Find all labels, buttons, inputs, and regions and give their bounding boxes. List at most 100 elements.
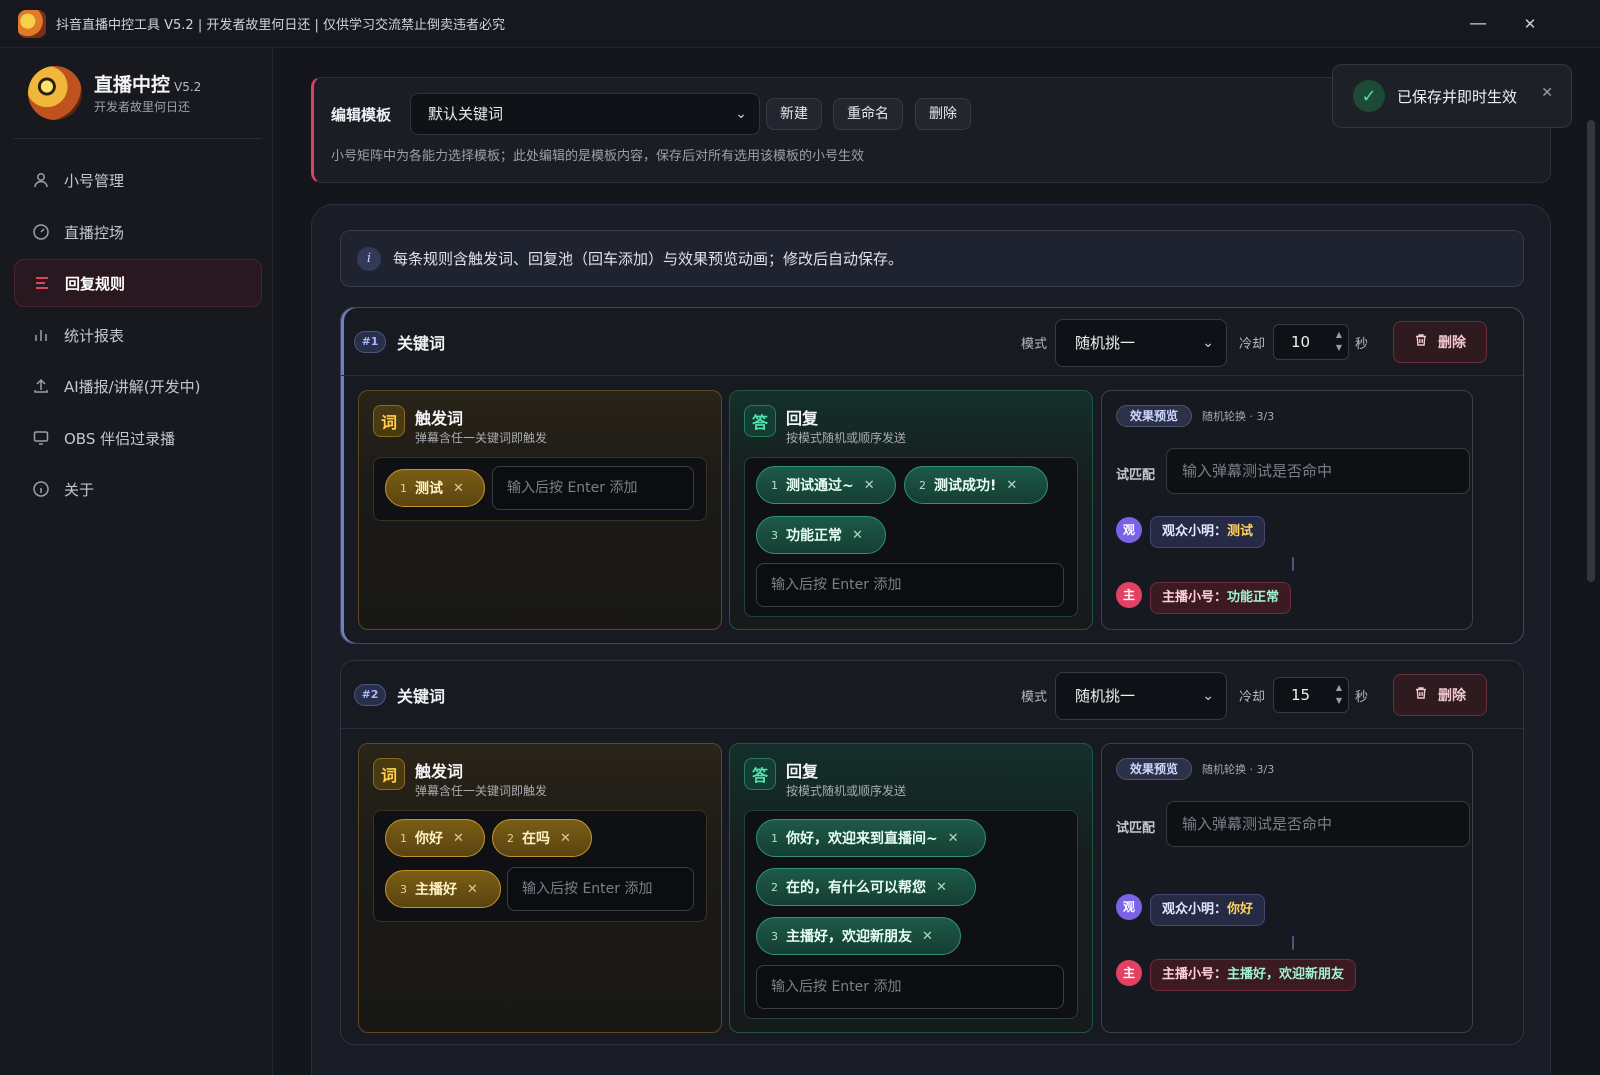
viewer-avatar: 观 — [1116, 517, 1142, 543]
divider — [14, 138, 262, 139]
reply-chip[interactable]: 2 测试成功! ✕ — [904, 466, 1048, 504]
host-avatar: 主 — [1116, 582, 1142, 608]
trigger-chip[interactable]: 1 测试 ✕ — [385, 469, 485, 507]
remove-chip-icon[interactable]: ✕ — [936, 880, 947, 895]
sidebar-item-live-control[interactable]: 直播控场 — [14, 208, 262, 256]
close-window-button[interactable]: ✕ — [1518, 12, 1542, 36]
trigger-chip[interactable]: 3 主播好 ✕ — [385, 870, 501, 908]
sidebar-item-stats[interactable]: 统计报表 — [14, 311, 262, 359]
sidebar-item-accounts[interactable]: 小号管理 — [14, 156, 262, 204]
trigger-input[interactable]: 输入后按 Enter 添加 — [507, 867, 694, 911]
rule-card: #1 关键词 模式 随机挑一 ⌄ 冷却 10 ▲ ▼ 秒 删除 词 触发词 弹幕… — [340, 307, 1524, 644]
brand-name: 直播中控 V5.2 — [94, 74, 202, 96]
mode-selected-value: 随机挑一 — [1075, 687, 1136, 705]
user-icon — [32, 171, 50, 189]
template-hint: 小号矩阵中为各能力选择模板；此处编辑的是模板内容，保存后对所有选用该模板的小号生… — [331, 149, 865, 164]
reply-title: 回复 — [786, 762, 819, 781]
try-match-input[interactable]: 输入弹幕测试是否命中 — [1166, 448, 1470, 494]
toast-close-icon[interactable]: ✕ — [1541, 85, 1553, 101]
rule-type: 关键词 — [397, 687, 446, 706]
viewer-bubble: 观众小明：测试 — [1150, 516, 1266, 548]
cooldown-input[interactable]: 15 ▲ ▼ — [1273, 677, 1349, 713]
info-text: 每条规则含触发词、回复池（回车添加）与效果预览动画；修改后自动保存。 — [393, 250, 904, 268]
reply-chip[interactable]: 2 在的，有什么可以帮您 ✕ — [756, 868, 976, 906]
delete-rule-button[interactable]: 删除 — [1393, 674, 1487, 716]
template-selected-value: 默认关键词 — [428, 105, 504, 123]
trigger-input[interactable]: 输入后按 Enter 添加 — [492, 466, 694, 510]
main-content: 编辑模板 默认关键词 ⌄ 新建 重命名 删除 小号矩阵中为各能力选择模板；此处编… — [273, 48, 1600, 1075]
gauge-icon — [32, 223, 50, 241]
title-bar: 抖音直播中控工具 V5.2 | 开发者故里何日还 | 仅供学习交流禁止倒卖违者必… — [0, 0, 1600, 48]
delete-rule-button[interactable]: 删除 — [1393, 321, 1487, 363]
remove-chip-icon[interactable]: ✕ — [864, 478, 875, 493]
sidebar-item-label: 小号管理 — [64, 171, 125, 190]
toast-message: 已保存并即时生效 — [1397, 87, 1518, 106]
remove-chip-icon[interactable]: ✕ — [467, 882, 478, 897]
replies-section: 答 回复 按模式随机或顺序发送 1 你好，欢迎来到直播间~ ✕ 2 在的，有什么可以帮… — [729, 743, 1093, 1033]
info-icon — [32, 480, 50, 498]
reply-input[interactable]: 输入后按 Enter 添加 — [756, 563, 1064, 607]
remove-chip-icon[interactable]: ✕ — [453, 831, 464, 846]
effect-preview-section: 效果预览 随机轮换 · 3/3 试匹配 输入弹幕测试是否命中 观 观众小明：你好… — [1101, 743, 1473, 1033]
upload-icon — [32, 377, 50, 395]
reply-chip-box: 1 测试通过~ ✕ 2 测试成功! ✕ 3 功能正常 ✕ 输入后按 Enter 添加 — [744, 457, 1078, 617]
sidebar-item-about[interactable]: 关于 — [14, 465, 262, 513]
reply-input[interactable]: 输入后按 Enter 添加 — [756, 965, 1064, 1009]
check-icon: ✓ — [1353, 80, 1385, 112]
sidebar-item-label: AI播报/讲解(开发中) — [64, 377, 201, 396]
reply-chip-box: 1 你好，欢迎来到直播间~ ✕ 2 在的，有什么可以帮您 ✕ 3 主播好，欢迎新朋友 ✕ 输… — [744, 810, 1078, 1019]
minimize-button[interactable]: — — [1466, 12, 1490, 36]
stepper-arrows-icon[interactable]: ▲ ▼ — [1336, 681, 1342, 707]
seconds-label: 秒 — [1355, 337, 1369, 352]
stepper-arrows-icon[interactable]: ▲ ▼ — [1336, 328, 1342, 354]
reply-chip[interactable]: 3 主播好，欢迎新朋友 ✕ — [756, 917, 961, 955]
mode-select[interactable]: 随机挑一 ⌄ — [1055, 672, 1227, 720]
viewer-avatar: 观 — [1116, 894, 1142, 920]
scrollbar[interactable] — [1587, 120, 1595, 582]
chevron-down-icon: ⌄ — [1202, 335, 1214, 351]
trigger-badge: 词 — [373, 405, 405, 437]
trigger-chip[interactable]: 2 在吗 ✕ — [492, 819, 592, 857]
trigger-chip[interactable]: 1 你好 ✕ — [385, 819, 485, 857]
window-title: 抖音直播中控工具 V5.2 | 开发者故里何日还 | 仅供学习交流禁止倒卖违者必… — [56, 18, 505, 33]
remove-chip-icon[interactable]: ✕ — [948, 831, 959, 846]
trigger-subtitle: 弹幕含任一关键词即触发 — [415, 784, 548, 798]
try-match-input[interactable]: 输入弹幕测试是否命中 — [1166, 801, 1470, 847]
info-banner: i 每条规则含触发词、回复池（回车添加）与效果预览动画；修改后自动保存。 — [340, 230, 1524, 287]
template-select[interactable]: 默认关键词 ⌄ — [410, 93, 760, 135]
mode-label: 模式 — [1021, 337, 1048, 352]
sidebar-item-obs[interactable]: OBS 伴侣过录播 — [14, 414, 262, 462]
remove-chip-icon[interactable]: ✕ — [453, 481, 464, 496]
reply-title: 回复 — [786, 409, 819, 428]
delete-rule-label: 删除 — [1438, 688, 1466, 704]
rule-header: #2 关键词 模式 随机挑一 ⌄ 冷却 15 ▲ ▼ 秒 删除 — [341, 661, 1523, 729]
sidebar-item-label: 统计报表 — [64, 326, 125, 345]
preview-rotation: 随机轮换 · 3/3 — [1202, 410, 1275, 423]
chevron-down-icon: ⌄ — [1202, 688, 1214, 704]
cooldown-value: 10 — [1291, 333, 1311, 351]
sidebar-item-ai-broadcast[interactable]: AI播报/讲解(开发中) — [14, 362, 262, 410]
mode-selected-value: 随机挑一 — [1075, 334, 1136, 352]
trash-icon — [1414, 686, 1428, 704]
sidebar-item-label: OBS 伴侣过录播 — [64, 429, 176, 448]
cooldown-value: 15 — [1291, 686, 1311, 704]
delete-template-button[interactable]: 删除 — [915, 98, 971, 130]
rename-template-button[interactable]: 重命名 — [833, 98, 903, 130]
sidebar-item-reply-rules[interactable]: 回复规则 — [14, 259, 262, 307]
reply-chip[interactable]: 1 你好，欢迎来到直播间~ ✕ — [756, 819, 986, 857]
reply-chip[interactable]: 3 功能正常 ✕ — [756, 516, 886, 554]
flow-connector — [1292, 936, 1294, 950]
mode-label: 模式 — [1021, 690, 1048, 705]
remove-chip-icon[interactable]: ✕ — [922, 929, 933, 944]
remove-chip-icon[interactable]: ✕ — [1006, 478, 1017, 493]
new-template-button[interactable]: 新建 — [766, 98, 822, 130]
mode-select[interactable]: 随机挑一 ⌄ — [1055, 319, 1227, 367]
cooldown-input[interactable]: 10 ▲ ▼ — [1273, 324, 1349, 360]
rules-panel: i 每条规则含触发词、回复池（回车添加）与效果预览动画；修改后自动保存。 #1 … — [311, 204, 1551, 1075]
preview-tag: 效果预览 — [1116, 405, 1192, 427]
remove-chip-icon[interactable]: ✕ — [560, 831, 571, 846]
reply-chip[interactable]: 1 测试通过~ ✕ — [756, 466, 896, 504]
remove-chip-icon[interactable]: ✕ — [852, 528, 863, 543]
trigger-words-section: 词 触发词 弹幕含任一关键词即触发 1 测试 ✕ 输入后按 Enter 添加 — [358, 390, 722, 630]
cooldown-label: 冷却 — [1239, 690, 1266, 705]
